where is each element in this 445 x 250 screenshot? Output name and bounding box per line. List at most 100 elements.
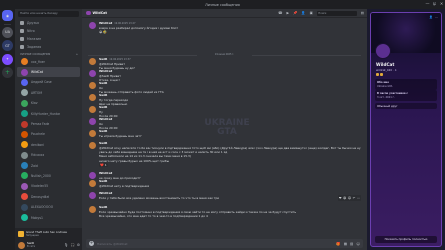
message-author[interactable]: WildCat: [99, 191, 112, 195]
headphones-icon[interactable]: 🎧: [71, 243, 75, 247]
close-icon[interactable]: ✕: [439, 1, 444, 6]
avatar[interactable]: [89, 117, 96, 125]
dm-item[interactable]: Vladelec55: [17, 181, 80, 191]
message-author[interactable]: SwiR: [99, 141, 107, 145]
add-server-button[interactable]: +: [2, 67, 13, 79]
dm-item[interactable]: Mobys1: [17, 212, 80, 222]
find-conversation-input[interactable]: Найти или начать беседу: [18, 11, 79, 17]
nav-friends[interactable]: Друзья: [15, 19, 82, 27]
dm-item[interactable]: denikoni: [17, 140, 80, 150]
dm-item[interactable]: Pemaz Fade: [17, 119, 80, 129]
reply-icon[interactable]: ↩: [353, 196, 356, 200]
message-author[interactable]: SwiR: [99, 57, 107, 61]
dm-item[interactable]: ALEXAOOOOO: [17, 202, 80, 212]
dm-item[interactable]: Klav: [17, 98, 80, 108]
add-friend-icon[interactable]: 👤: [301, 11, 305, 15]
avatar[interactable]: [89, 171, 96, 179]
avatar[interactable]: [89, 93, 96, 101]
avatar[interactable]: [89, 105, 96, 113]
message-author[interactable]: SwiR: [99, 129, 107, 133]
nav-shop[interactable]: Магазин: [15, 35, 82, 43]
emoji-icon[interactable]: ☺: [356, 242, 360, 246]
server-initials: ✦: [6, 57, 9, 62]
nav-label: Задания: [27, 44, 42, 49]
dm-item[interactable]: Андрей Case: [17, 77, 80, 87]
pin-icon[interactable]: 📌: [293, 11, 297, 15]
dm-item[interactable]: Denosyd4el: [17, 192, 80, 202]
add-friend-icon[interactable]: 👤: [429, 15, 433, 19]
avatar[interactable]: [89, 21, 96, 29]
message[interactable]: WildCat 19.06.2025 13:27 вчера я не разбир…: [89, 21, 363, 34]
profile-avatar[interactable]: [375, 43, 391, 59]
about-label: Обо мне: [377, 81, 389, 84]
dm-item[interactable]: WildCat: [17, 66, 80, 78]
dm-item[interactable]: Fidcaxxx: [17, 150, 80, 160]
view-full-profile-button[interactable]: Показать профиль полностью: [375, 236, 437, 243]
avatar[interactable]: [89, 57, 96, 65]
heart-reaction-icon[interactable]: ❤: [339, 196, 342, 200]
avatar[interactable]: [89, 179, 96, 187]
inbox-icon[interactable]: ▤: [361, 11, 364, 15]
dm-item[interactable]: Nullish_2000: [17, 171, 80, 181]
title-bar: Личные сообщения ? — ☐ ✕: [0, 0, 445, 9]
nitro-icon: [20, 28, 24, 33]
now-playing[interactable]: Grand Theft Auto San Andreas Запущена: [15, 228, 82, 240]
reaction-chip[interactable]: ❤️ 1: [99, 162, 108, 167]
video-icon[interactable]: ▶: [286, 11, 289, 15]
user-avatar[interactable]: [18, 241, 25, 249]
message-author[interactable]: WildCat: [99, 69, 112, 73]
mutual-friends[interactable]: Обычный друг: [375, 103, 437, 109]
avatar[interactable]: [89, 81, 96, 89]
profile-name: WildCat: [376, 62, 395, 67]
server-icon[interactable]: ✦: [2, 53, 13, 65]
message[interactable]: SwiR @WildCat нету в подтверждения: [89, 179, 363, 188]
message-author[interactable]: WildCat: [99, 117, 112, 121]
smile-reaction-icon[interactable]: 😀: [343, 196, 346, 200]
message-input[interactable]: Написать @WildCat: [97, 242, 128, 246]
dm-item[interactable]: Pouchele: [17, 129, 80, 139]
gift-icon[interactable]: 🎁: [336, 242, 340, 246]
message-author[interactable]: SwiR: [99, 179, 107, 183]
message[interactable]: SwiR Если чрезвычайно буде постоянно в по…: [89, 205, 363, 218]
nav-quests[interactable]: Задания: [15, 43, 82, 51]
minimize-icon[interactable]: —: [425, 1, 430, 6]
avatar: [21, 151, 28, 159]
create-dm-icon[interactable]: +: [76, 53, 78, 56]
profile-toggle-icon[interactable]: ▣: [310, 11, 313, 15]
server-icon[interactable]: GT: [2, 40, 13, 52]
gif-icon[interactable]: ▦: [344, 242, 347, 246]
more-icon[interactable]: ⋯: [357, 196, 360, 200]
attach-icon[interactable]: +: [89, 241, 94, 246]
call-icon[interactable]: ☎: [278, 11, 282, 15]
message-author[interactable]: SwiR: [99, 93, 107, 97]
microphone-icon[interactable]: 🎙: [64, 243, 68, 247]
message-author[interactable]: WildCat: [99, 21, 112, 25]
server-icon[interactable]: UA: [2, 26, 13, 38]
avatar[interactable]: [89, 205, 96, 213]
message-author[interactable]: SwiR: [99, 81, 107, 85]
home-button[interactable]: ◉: [2, 10, 13, 21]
gear-icon[interactable]: ⚙: [77, 243, 80, 247]
dm-item[interactable]: ARTOM: [17, 88, 80, 98]
avatar[interactable]: [89, 129, 96, 137]
sticker-icon[interactable]: ▧: [350, 242, 353, 246]
maximize-icon[interactable]: ☐: [432, 1, 437, 6]
emoji-icon[interactable]: 😊: [348, 196, 351, 200]
message-author[interactable]: SwiR: [99, 205, 107, 209]
avatar[interactable]: [89, 191, 96, 199]
message-author[interactable]: WildCat: [99, 171, 112, 175]
message[interactable]: SwiR @WildCat хочу написати то би він тис…: [89, 141, 363, 167]
dm-item[interactable]: xxx_fixer: [17, 57, 80, 67]
dm-item[interactable]: KillyHunter_Huntar: [17, 108, 80, 118]
profile-panel: 👤 ⋯ WildCat wildcat_420 · ✦ Обо мне Ukra…: [367, 9, 445, 250]
avatar[interactable]: [89, 141, 96, 149]
avatar[interactable]: [89, 69, 96, 77]
nav-nitro[interactable]: Nitro: [15, 27, 82, 35]
dm-item[interactable]: Zaid: [17, 160, 80, 170]
search-input[interactable]: Поиск: [316, 10, 357, 16]
message[interactable]: WildCat Если у тебя было все удалено може…: [89, 191, 363, 200]
message-author[interactable]: SwiR: [99, 105, 107, 109]
message[interactable]: SwiR Ты играла будешь мне чат?: [89, 129, 363, 138]
more-icon[interactable]: ⋯: [435, 15, 438, 19]
avatar: [21, 99, 28, 107]
